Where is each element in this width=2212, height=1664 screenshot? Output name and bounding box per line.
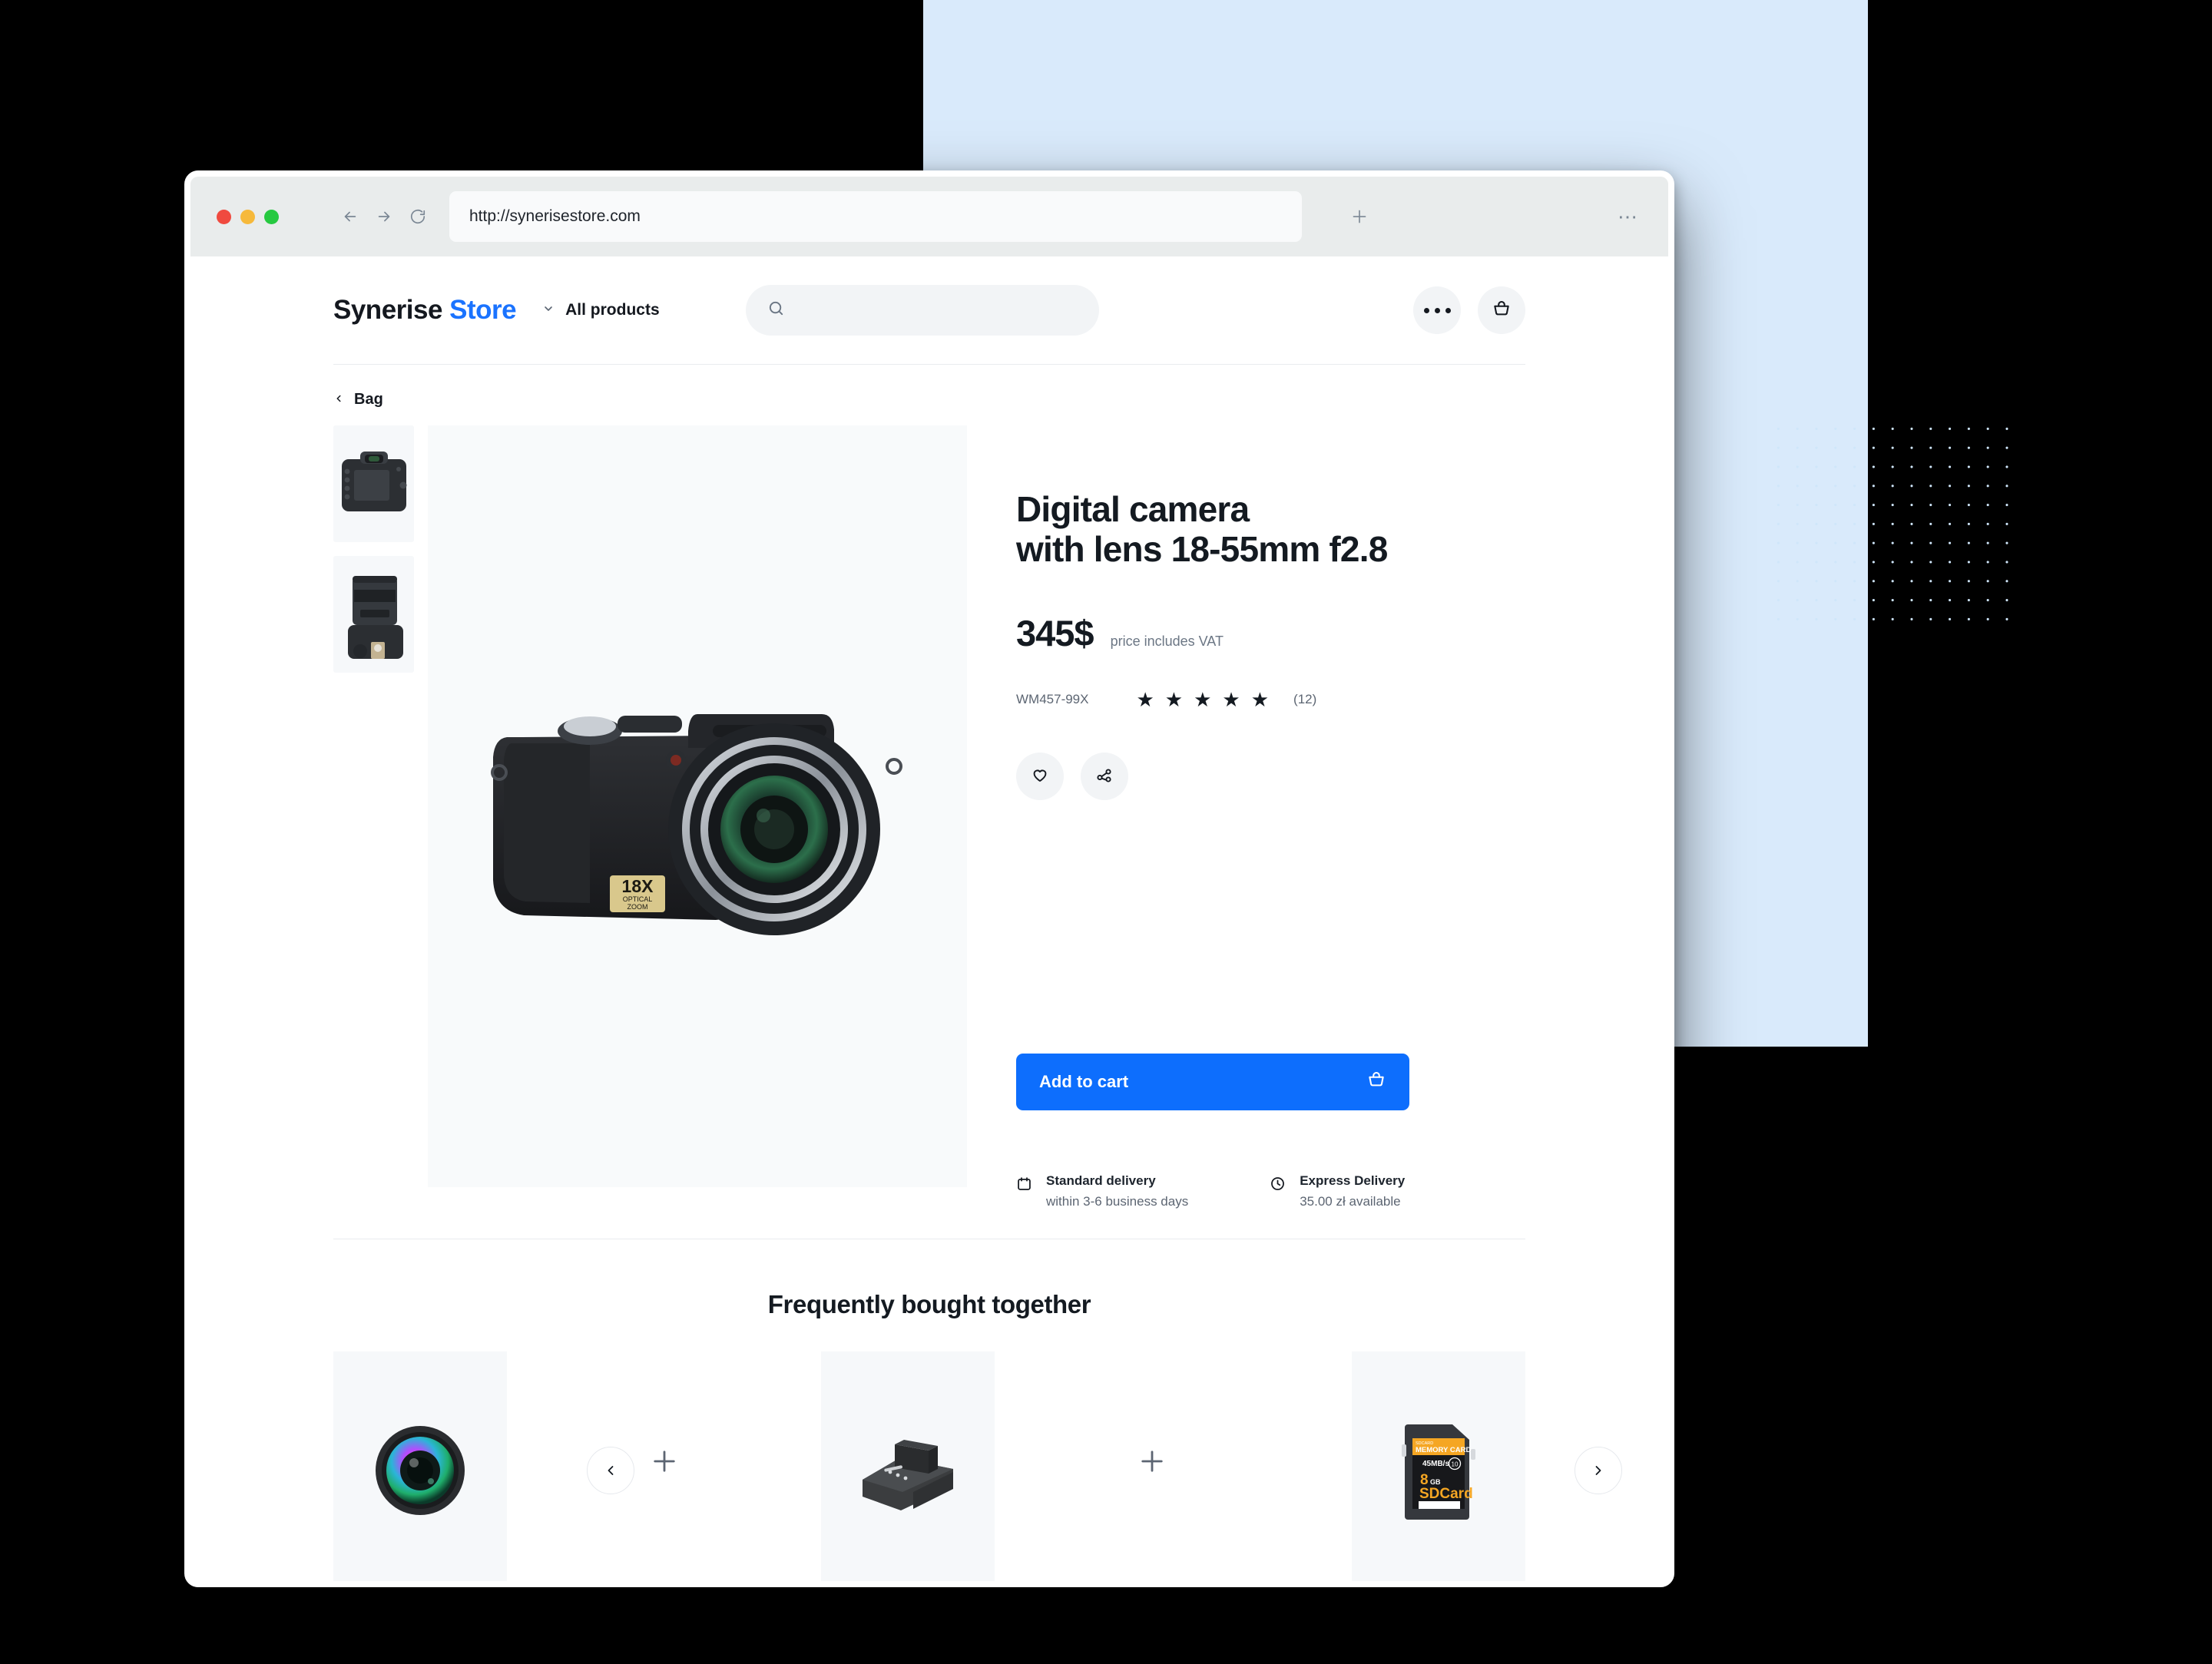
plus-icon	[507, 1351, 821, 1477]
review-count: (12)	[1293, 692, 1317, 707]
sd-capacity-unit: GB	[1430, 1478, 1441, 1486]
calendar-icon	[1016, 1176, 1032, 1196]
fbt-card-sdcard[interactable]: SDCARD MEMORY CARD 45MB/s 10 LOCK 8 GB S…	[1352, 1351, 1525, 1581]
svg-text:ZOOM: ZOOM	[628, 903, 648, 911]
add-to-cart-label: Add to cart	[1039, 1072, 1129, 1092]
background-dot-pattern	[1764, 415, 2021, 630]
brand-logo[interactable]: Synerise Store	[333, 295, 517, 326]
sd-logo: SDCard	[1419, 1486, 1473, 1502]
category-label: All products	[565, 301, 660, 319]
close-window-dot[interactable]	[217, 209, 231, 224]
sku-rating-row: WM457-99X ★ ★ ★ ★ ★ (12)	[1016, 690, 1525, 710]
delivery-title: Standard delivery	[1046, 1173, 1156, 1189]
search-input[interactable]	[795, 301, 1078, 319]
product-sku: WM457-99X	[1016, 692, 1089, 707]
product-actions	[1016, 753, 1525, 801]
delivery-standard: Standard delivery within 3-6 business da…	[1016, 1173, 1188, 1209]
frequently-bought-carousel: Lens 50 mm f1.4 678$ WM457-99X	[190, 1351, 1668, 1581]
site-header: Synerise Store All products	[190, 256, 1668, 364]
carousel-next-button[interactable]	[1575, 1447, 1622, 1495]
star-icon: ★	[1250, 688, 1270, 712]
search-icon	[767, 299, 785, 321]
svg-text:OPTICAL: OPTICAL	[623, 895, 653, 903]
search-box[interactable]	[745, 285, 1099, 336]
product-thumbnail: SDCARD MEMORY CARD 45MB/s 10 LOCK 8 GB S…	[1352, 1351, 1525, 1581]
heart-icon	[1031, 766, 1049, 788]
thumbnail-camera-lens-top[interactable]	[333, 556, 414, 673]
sd-class: 10	[1452, 1461, 1459, 1468]
plus-icon[interactable]	[1349, 207, 1369, 227]
thumbnail-list	[333, 425, 414, 1209]
rating-stars[interactable]: ★ ★ ★ ★ ★ (12)	[1136, 690, 1316, 710]
ellipsis-icon	[1423, 307, 1451, 313]
more-options-button[interactable]	[1413, 286, 1461, 334]
product-hero-image[interactable]: 18X OPTICAL ZOOM	[428, 425, 967, 1187]
product-section: 18X OPTICAL ZOOM Digital camera with len…	[190, 409, 1668, 1209]
reload-icon[interactable]	[409, 208, 426, 225]
brand-name-first: Synerise	[333, 295, 442, 325]
brand-name-second: Store	[449, 295, 517, 325]
star-icon: ★	[1194, 688, 1212, 712]
star-icon: ★	[1222, 688, 1240, 712]
browser-chrome-bar: http://synerisestore.com ⋯	[190, 177, 1668, 256]
sd-banner: MEMORY CARD	[1416, 1446, 1471, 1454]
breadcrumb[interactable]: Bag	[190, 365, 1668, 409]
maximize-window-dot[interactable]	[264, 209, 279, 224]
category-dropdown[interactable]: All products	[542, 301, 660, 319]
product-price: 345$	[1016, 613, 1094, 654]
basket-icon	[1492, 299, 1512, 323]
breadcrumb-label: Bag	[354, 391, 383, 408]
price-row: 345$ price includes VAT	[1016, 612, 1525, 654]
add-to-cart-button[interactable]: Add to cart	[1016, 1054, 1409, 1111]
plus-icon	[995, 1351, 1309, 1477]
store-page: Synerise Store All products Bag 18X OPTI…	[190, 256, 1668, 1581]
cart-button[interactable]	[1478, 286, 1525, 334]
chevron-left-icon	[333, 391, 344, 409]
delivery-sub: within 3-6 business days	[1046, 1194, 1189, 1209]
star-icon: ★	[1136, 688, 1154, 712]
arrow-right-icon[interactable]	[376, 208, 392, 225]
browser-window: http://synerisestore.com ⋯ Synerise Stor…	[184, 170, 1674, 1587]
product-title-line2: with lens 18-55mm f2.8	[1016, 528, 1388, 569]
thumbnail-camera-back[interactable]	[333, 425, 414, 542]
delivery-sub: 35.00 zł available	[1300, 1194, 1401, 1209]
window-traffic-lights[interactable]	[217, 209, 279, 224]
delivery-title: Express Delivery	[1300, 1173, 1406, 1189]
svg-text:18X: 18X	[622, 876, 654, 896]
product-thumbnail	[333, 1351, 507, 1581]
page-title: Digital camera with lens 18-55mm f2.8	[1016, 489, 1525, 569]
fbt-card-charger[interactable]: DSLR Charger 13$ WM4534F7-9HYY9X	[821, 1351, 995, 1581]
address-bar[interactable]: http://synerisestore.com	[449, 191, 1302, 242]
carousel-prev-button[interactable]	[587, 1447, 634, 1495]
product-title-line1: Digital camera	[1016, 489, 1250, 529]
delivery-options: Standard delivery within 3-6 business da…	[1016, 1173, 1525, 1209]
vat-note: price includes VAT	[1110, 634, 1224, 650]
chevron-down-icon	[542, 301, 555, 319]
wishlist-button[interactable]	[1016, 753, 1064, 801]
share-icon	[1095, 766, 1114, 788]
frequently-bought-title: Frequently bought together	[767, 1290, 1091, 1319]
product-info: Digital camera with lens 18-55mm f2.8 34…	[967, 425, 1525, 1209]
fbt-card-lens[interactable]: Lens 50 mm f1.4 678$ WM457-99X	[333, 1351, 507, 1581]
minimize-window-dot[interactable]	[240, 209, 255, 224]
url-text: http://synerisestore.com	[469, 207, 641, 225]
arrow-left-icon[interactable]	[342, 208, 359, 225]
share-button[interactable]	[1081, 753, 1128, 801]
sd-speed: 45MB/s	[1422, 1460, 1449, 1468]
delivery-express: Express Delivery 35.00 zł available	[1270, 1173, 1405, 1209]
product-thumbnail	[821, 1351, 995, 1581]
star-icon: ★	[1164, 688, 1184, 712]
clock-icon	[1270, 1176, 1286, 1196]
basket-icon	[1366, 1070, 1386, 1094]
